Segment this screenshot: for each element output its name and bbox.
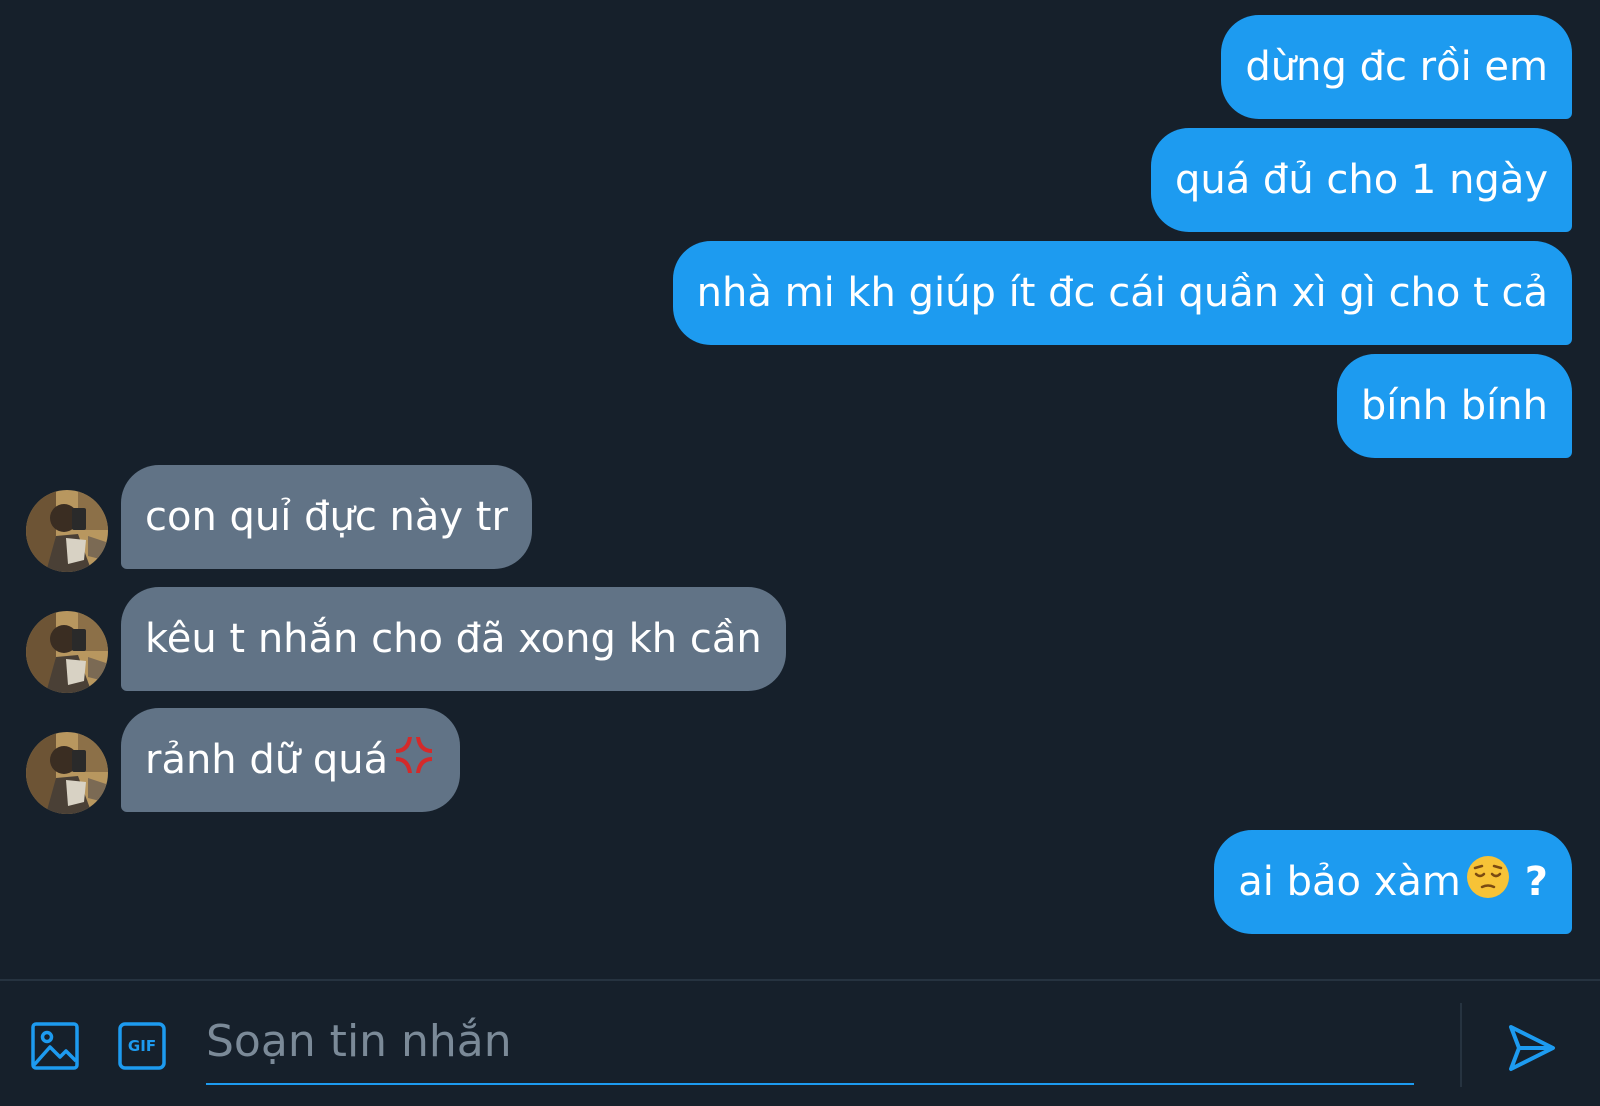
avatar-image: [26, 611, 108, 693]
message-text: con quỉ đực này tr: [145, 494, 508, 540]
dm-conversation-screen: dừng đc rồi em quá đủ cho 1 ngày nhà mi …: [0, 0, 1600, 1106]
message-text: rảnh dữ quá: [145, 737, 389, 783]
message-text: kêu t nhắn cho đã xong kh cần: [145, 616, 762, 662]
message-thread: dừng đc rồi em quá đủ cho 1 ngày nhà mi …: [0, 0, 1600, 980]
message-composer: GIF: [0, 981, 1600, 1106]
received-message-bubble[interactable]: rảnh dữ quá: [121, 708, 461, 812]
sent-message-bubble[interactable]: dừng đc rồi em: [1221, 15, 1572, 119]
message-text: bính bính: [1360, 383, 1548, 429]
received-message-bubble[interactable]: kêu t nhắn cho đã xong kh cần: [121, 587, 786, 691]
sent-message-bubble[interactable]: quá đủ cho 1 ngày: [1150, 128, 1572, 232]
avatar-image: [26, 732, 108, 814]
avatar[interactable]: [26, 611, 108, 693]
avatar[interactable]: [26, 490, 108, 572]
avatar-image: [26, 490, 108, 572]
message-text: nhà mi kh giúp ít đc cái quần xì gì cho …: [696, 270, 1548, 316]
gif-icon[interactable]: GIF: [117, 1021, 167, 1071]
gif-label: GIF: [127, 1037, 157, 1055]
message-input[interactable]: [206, 999, 1414, 1083]
send-icon[interactable]: [1505, 1021, 1559, 1075]
message-text: quá đủ cho 1 ngày: [1174, 157, 1548, 203]
pensive-face-emoji: [1465, 854, 1511, 910]
received-message-bubble[interactable]: con quỉ đực này tr: [121, 465, 532, 569]
composer-separator: [1460, 1003, 1462, 1087]
sent-message-bubble[interactable]: ai bảo xàm ?: [1214, 830, 1572, 934]
image-icon[interactable]: [30, 1021, 80, 1071]
anger-symbol-emoji: [392, 733, 436, 787]
message-suffix: ?: [1510, 859, 1548, 905]
message-input-wrapper: [206, 999, 1414, 1085]
message-text: ai bảo xàm: [1238, 859, 1461, 905]
sent-message-bubble[interactable]: bính bính: [1336, 354, 1572, 458]
avatar[interactable]: [26, 732, 108, 814]
sent-message-bubble[interactable]: nhà mi kh giúp ít đc cái quần xì gì cho …: [672, 241, 1572, 345]
message-text: dừng đc rồi em: [1245, 44, 1548, 90]
